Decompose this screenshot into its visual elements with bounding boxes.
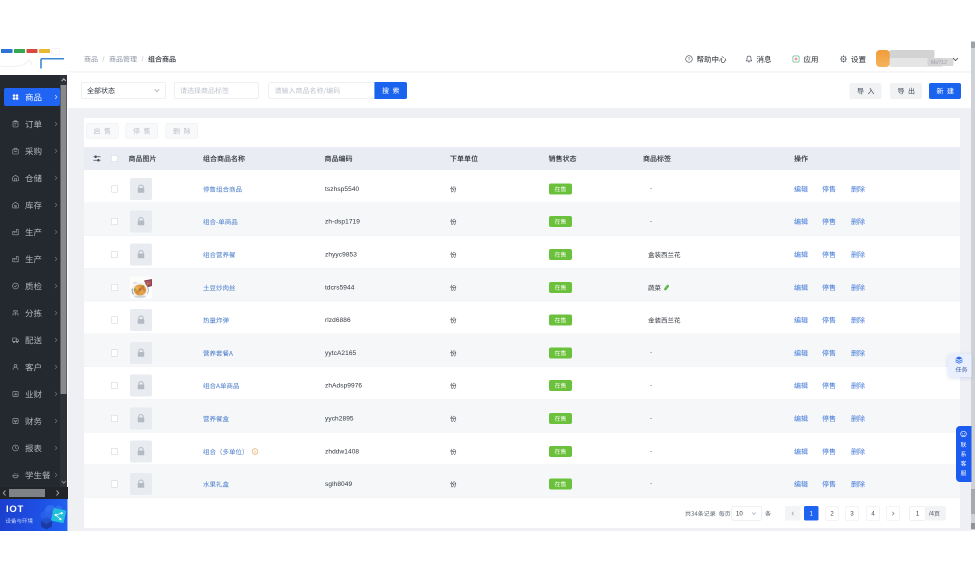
svg-text:?: ? [688, 57, 691, 62]
